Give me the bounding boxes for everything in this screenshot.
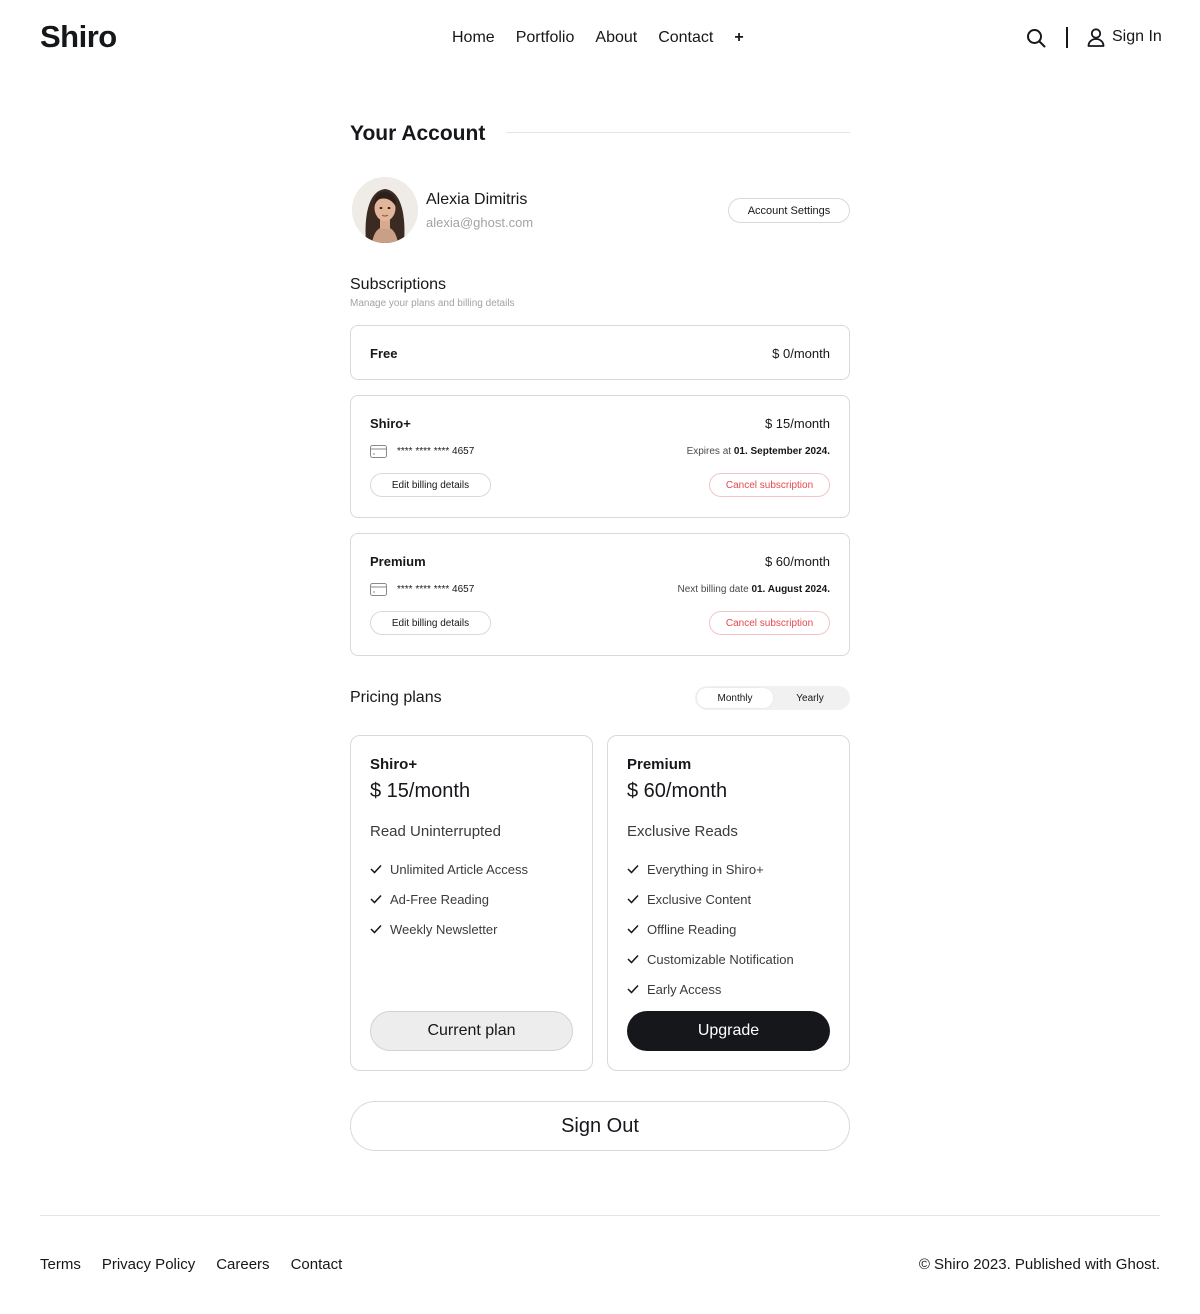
cancel-subscription-button[interactable]: Cancel subscription — [709, 473, 830, 497]
card-info: **** **** **** 4657 — [370, 583, 474, 596]
feature-label: Unlimited Article Access — [390, 861, 528, 877]
upgrade-button[interactable]: Upgrade — [627, 1011, 830, 1051]
subscription-card-free: Free $ 0/month — [350, 325, 850, 380]
nav-home[interactable]: Home — [452, 28, 495, 48]
expiry-label: Expires at — [686, 446, 732, 457]
subscription-name: Premium — [370, 554, 426, 569]
plan-price: $ 60/month — [627, 780, 728, 802]
check-icon — [370, 894, 382, 904]
page-title: Your Account — [350, 122, 486, 145]
account-settings-button[interactable]: Account Settings — [728, 198, 850, 223]
check-icon — [627, 954, 639, 964]
search-icon[interactable] — [1026, 28, 1046, 48]
avatar — [352, 177, 418, 243]
check-icon — [627, 924, 639, 934]
check-icon — [627, 984, 639, 994]
sign-out-button[interactable]: Sign Out — [350, 1101, 850, 1151]
subscription-name: Shiro+ — [370, 416, 411, 431]
edit-billing-button[interactable]: Edit billing details — [370, 473, 491, 497]
user-name: Alexia Dimitris — [426, 191, 528, 208]
feature-item: Ad-Free Reading — [370, 884, 528, 914]
sign-in-link[interactable]: Sign In — [1086, 27, 1162, 47]
plan-card-premium: Premium $ 60/month Exclusive Reads Every… — [607, 735, 850, 1071]
check-icon — [370, 924, 382, 934]
plan-name: Premium — [627, 756, 692, 773]
nav-contact[interactable]: Contact — [658, 28, 713, 48]
title-divider — [506, 132, 850, 133]
billing-date: 01. August 2024. — [751, 584, 830, 595]
pricing-heading: Pricing plans — [350, 689, 442, 706]
feature-item: Unlimited Article Access — [370, 854, 528, 884]
feature-list: Unlimited Article Access Ad-Free Reading… — [370, 854, 528, 944]
user-icon — [1087, 28, 1105, 47]
plan-tagline: Read Uninterrupted — [370, 823, 501, 840]
site-logo[interactable]: Shiro — [40, 19, 117, 55]
toggle-yearly[interactable]: Yearly — [772, 688, 848, 708]
nav-about[interactable]: About — [595, 28, 637, 48]
plan-price: $ 15/month — [370, 780, 471, 802]
subscription-price: $ 60/month — [764, 554, 830, 569]
main-nav: Home Portfolio About Contact + — [452, 28, 744, 48]
footer-link-privacy[interactable]: Privacy Policy — [102, 1256, 195, 1274]
header-divider — [1066, 27, 1068, 48]
footer-link-contact[interactable]: Contact — [291, 1256, 343, 1274]
cancel-subscription-button[interactable]: Cancel subscription — [709, 611, 830, 635]
card-info: **** **** **** 4657 — [370, 445, 474, 458]
subscription-price: $ 0/month — [772, 346, 830, 361]
subscription-name: Free — [370, 346, 398, 361]
edit-billing-button[interactable]: Edit billing details — [370, 611, 491, 635]
subscriptions-description: Manage your plans and billing details — [350, 298, 515, 309]
feature-label: Exclusive Content — [647, 891, 752, 907]
user-email: alexia@ghost.com — [426, 215, 534, 230]
footer-link-careers[interactable]: Careers — [216, 1256, 269, 1274]
feature-label: Offline Reading — [647, 921, 737, 937]
feature-item: Offline Reading — [627, 914, 794, 944]
feature-label: Everything in Shiro+ — [647, 861, 764, 877]
feature-item: Early Access — [627, 974, 794, 1004]
check-icon — [627, 894, 639, 904]
sign-in-label: Sign In — [1112, 28, 1162, 45]
feature-item: Everything in Shiro+ — [627, 854, 794, 884]
current-plan-button[interactable]: Current plan — [370, 1011, 573, 1051]
feature-item: Customizable Notification — [627, 944, 794, 974]
feature-label: Early Access — [647, 981, 722, 997]
plan-tagline: Exclusive Reads — [627, 823, 738, 840]
check-icon — [627, 864, 639, 874]
plan-card-shiro-plus: Shiro+ $ 15/month Read Uninterrupted Unl… — [350, 735, 593, 1071]
credit-card-icon — [370, 445, 387, 458]
card-number: **** **** **** 4657 — [397, 445, 475, 457]
expiry-date: 01. September 2024. — [733, 446, 830, 457]
expiry-info: Expires at 01. September 2024. — [687, 446, 830, 458]
toggle-monthly[interactable]: Monthly — [697, 688, 773, 708]
credit-card-icon — [370, 583, 387, 596]
footer-divider — [40, 1215, 1160, 1216]
footer-link-terms[interactable]: Terms — [40, 1256, 81, 1274]
card-number: **** **** **** 4657 — [397, 583, 475, 595]
plan-name: Shiro+ — [370, 756, 418, 773]
feature-item: Exclusive Content — [627, 884, 794, 914]
feature-list: Everything in Shiro+ Exclusive Content O… — [627, 854, 794, 1004]
footer-copyright: © Shiro 2023. Published with Ghost. — [918, 1256, 1160, 1273]
feature-label: Customizable Notification — [647, 951, 794, 967]
billing-label: Next billing date — [677, 584, 749, 595]
footer-links: Terms Privacy Policy Careers Contact — [40, 1256, 342, 1274]
check-icon — [370, 864, 382, 874]
subscription-card-premium: Premium $ 60/month **** **** **** 4657 N… — [350, 533, 850, 656]
feature-item: Weekly Newsletter — [370, 914, 528, 944]
billing-period-toggle: Monthly Yearly — [695, 686, 850, 710]
billing-info: Next billing date 01. August 2024. — [678, 584, 831, 596]
feature-label: Weekly Newsletter — [390, 921, 498, 937]
nav-portfolio[interactable]: Portfolio — [516, 28, 575, 48]
feature-label: Ad-Free Reading — [390, 891, 489, 907]
nav-more-button[interactable]: + — [734, 28, 743, 48]
subscription-card-shiro-plus: Shiro+ $ 15/month **** **** **** 4657 Ex… — [350, 395, 850, 518]
subscription-price: $ 15/month — [764, 416, 830, 431]
subscriptions-heading: Subscriptions — [350, 276, 447, 293]
